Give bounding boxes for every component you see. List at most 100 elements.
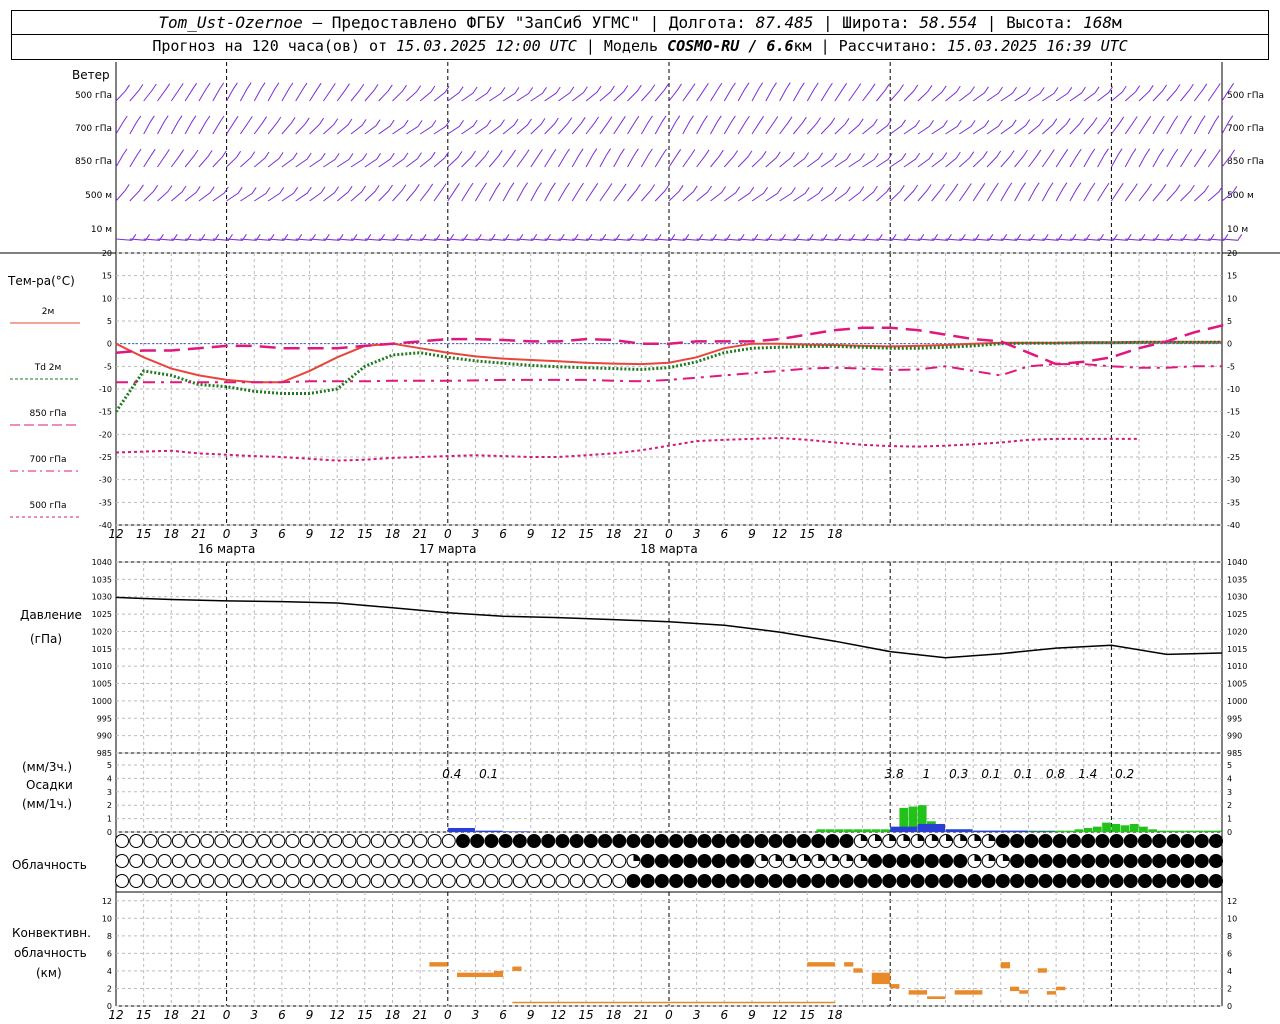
date-label: 17 марта: [419, 542, 476, 556]
conv-cloud-bar: [457, 972, 476, 978]
wind-barb: [668, 83, 682, 102]
wind-barb: [226, 115, 239, 135]
conv-cloud-bar: [954, 990, 983, 995]
cloud-symbol-fill: [1138, 874, 1152, 888]
cloud-symbol-outline: [313, 854, 328, 868]
cloud-symbol-partial: [846, 854, 854, 861]
cloud-symbol-outline: [299, 874, 314, 888]
cloud-symbol-fill: [527, 834, 541, 848]
wind-barb: [641, 184, 656, 202]
wind-barb: [516, 87, 534, 102]
cloud-symbol-outline: [342, 854, 357, 868]
cloud-symbol-fill: [797, 874, 811, 888]
wind-barb: [972, 151, 988, 168]
wind-barb: [184, 149, 199, 168]
wind-barb: [1069, 117, 1085, 135]
cloud-symbol-fill: [925, 874, 939, 888]
wind-barb: [405, 85, 422, 102]
wind-barb: [613, 116, 626, 135]
temp-tick-left: 5: [107, 317, 112, 326]
cloud-symbol-fill: [669, 834, 683, 848]
conv-tick-left: 2: [107, 984, 112, 993]
wind-barb: [1193, 83, 1208, 102]
precip-total-label: 0.4: [442, 767, 461, 781]
precip-total-label: 0.1: [479, 767, 498, 781]
cloud-symbol-partial: [860, 834, 868, 841]
wind-barb: [129, 148, 142, 168]
hour-label: 3: [250, 527, 258, 541]
wind-barb: [295, 82, 308, 102]
cloud-symbol-outline: [242, 874, 257, 888]
cloud-symbol-fill: [683, 874, 697, 888]
wind-level-label-right: 500 гПа: [1227, 91, 1264, 101]
wind-barb: [295, 152, 312, 168]
wind-barb: [198, 115, 211, 135]
wind-barb: [682, 149, 696, 168]
cloud-symbol-fill: [1110, 874, 1124, 888]
wind-barb: [696, 115, 708, 135]
pressure-tick-left: 1030: [92, 593, 112, 602]
cloud-symbol-fill: [683, 834, 697, 848]
cloud-symbol-fill: [1209, 834, 1223, 848]
hour-label: 12: [108, 527, 123, 541]
precip-tick-right: 1: [1227, 815, 1232, 824]
conv-tick-right: 0: [1227, 1002, 1232, 1011]
wind-barb: [820, 117, 836, 135]
precip-tick-left: 4: [107, 774, 112, 783]
wind-barb: [364, 84, 379, 102]
wind-level-label-right: 500 м: [1227, 191, 1254, 201]
wind-barb: [253, 82, 266, 102]
wind-barb-row: [115, 82, 1235, 102]
pressure-tick-right: 1030: [1227, 593, 1247, 602]
cloud-symbol-fill: [641, 834, 655, 848]
hour-label: 9: [527, 527, 535, 541]
cloud-symbol-outline: [399, 854, 414, 868]
wind-barb: [696, 185, 712, 202]
wind-barb: [115, 184, 130, 202]
wind-barb: [972, 120, 990, 135]
wind-barb: [889, 119, 907, 135]
wind-barb: [1207, 185, 1224, 202]
cloud-symbol-fill: [840, 834, 854, 848]
wind-level-label-left: 850 гПа: [75, 157, 112, 167]
cloud-symbol-fill: [1081, 854, 1095, 868]
wind-barb: [433, 151, 450, 168]
cloud-symbol-outline: [299, 834, 314, 848]
cloud-symbol-fill: [754, 834, 768, 848]
cloud-symbol-partial: [1002, 854, 1010, 861]
wind-barb: [461, 182, 474, 202]
cloud-symbol-fill: [896, 874, 910, 888]
wind-barb: [1000, 150, 1015, 168]
cloud-symbol-outline: [313, 834, 328, 848]
cloud-symbol-outline: [484, 874, 499, 888]
wind-barb: [143, 115, 155, 135]
cloud-symbol-partial: [931, 834, 939, 841]
wind-barb: [239, 82, 252, 102]
pressure-tick-right: 985: [1227, 749, 1242, 758]
cloud-symbol-fill: [598, 834, 612, 848]
precip-tick-left: 0: [107, 828, 112, 837]
wind-barb: [1152, 115, 1165, 135]
hour-label: 15: [136, 527, 151, 541]
cloud-symbol-fill: [882, 874, 896, 888]
cloud-symbol-outline: [413, 854, 428, 868]
cloud-symbol-outline: [214, 834, 229, 848]
wind-barb: [972, 183, 986, 202]
wind-barb: [1097, 182, 1110, 202]
precip-bar-3h: [890, 826, 918, 832]
precip-tick-right: 2: [1227, 801, 1232, 810]
cloud-symbol-partial: [974, 854, 981, 861]
cloud-symbol-fill: [1152, 874, 1166, 888]
wind-barb: [253, 151, 270, 168]
precip-bar-1h: [1185, 830, 1194, 832]
cloud-symbol-fill: [911, 874, 925, 888]
precip-total-label: 1.4: [1078, 767, 1097, 781]
cloud-symbol-fill: [1067, 874, 1081, 888]
wind-barb: [599, 148, 612, 168]
cloud-symbol-fill: [811, 874, 825, 888]
wind-barb: [1055, 87, 1073, 102]
wind-barb: [392, 184, 407, 202]
wind-barb: [516, 182, 529, 202]
cloud-symbol-fill: [641, 854, 655, 868]
temp-tick-right: -5: [1227, 362, 1235, 371]
